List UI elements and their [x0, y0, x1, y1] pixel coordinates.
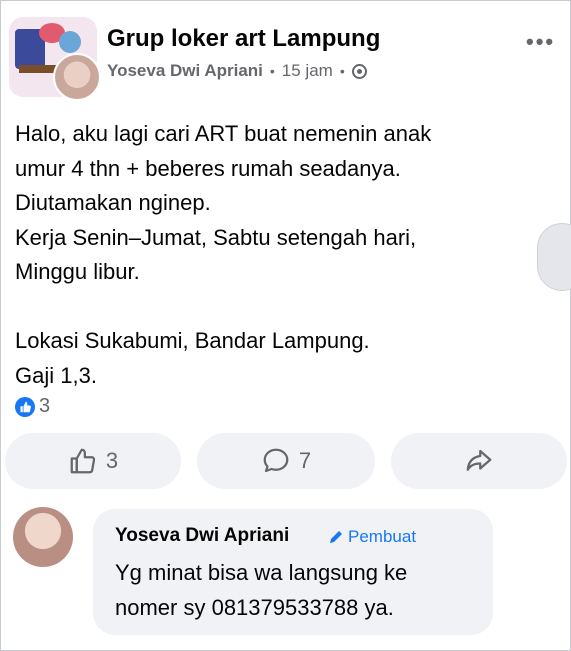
more-options-icon[interactable]: ••• [526, 29, 555, 55]
author-avatar[interactable] [53, 53, 101, 101]
post-body-text: Halo, aku lagi cari ART buat nemenin ana… [15, 121, 432, 388]
meta-separator: • [269, 63, 275, 79]
share-button[interactable] [391, 433, 567, 489]
group-name-link[interactable]: Grup loker art Lampung [107, 25, 380, 53]
like-icon [15, 396, 35, 417]
commenter-avatar[interactable] [13, 507, 73, 567]
reaction-summary[interactable]: 3 [15, 395, 50, 418]
share-icon [466, 449, 492, 471]
like-count: 3 [105, 448, 119, 473]
comment-icon [263, 448, 289, 473]
comment-text: Yg minat bisa wa langsung ke nomer sy 08… [115, 560, 408, 620]
post-meta: Yoseva Dwi Apriani • 15 jam • [107, 61, 367, 81]
author-badge-label: Pembuat [348, 527, 417, 546]
meta-separator: • [339, 63, 345, 79]
reaction-count: 3 [39, 395, 51, 417]
author-name-link[interactable]: Yoseva Dwi Apriani [107, 61, 263, 81]
author-badge: Pembuat [328, 527, 416, 547]
scroll-handle[interactable] [537, 223, 571, 291]
thumbs-up-icon [70, 448, 96, 474]
comment-button[interactable]: 7 [197, 433, 375, 489]
post-timestamp[interactable]: 15 jam [282, 61, 333, 81]
pencil-icon [330, 531, 342, 543]
post-card: Grup loker art Lampung Yoseva Dwi Aprian… [0, 0, 571, 651]
globe-icon [351, 63, 367, 79]
comment-bubble: Yoseva Dwi Apriani Pembuat Yg minat bisa… [93, 509, 493, 635]
like-button[interactable]: 3 [5, 433, 181, 489]
comment-count: 7 [298, 448, 312, 473]
comment-author-link[interactable]: Yoseva Dwi Apriani [115, 525, 289, 547]
